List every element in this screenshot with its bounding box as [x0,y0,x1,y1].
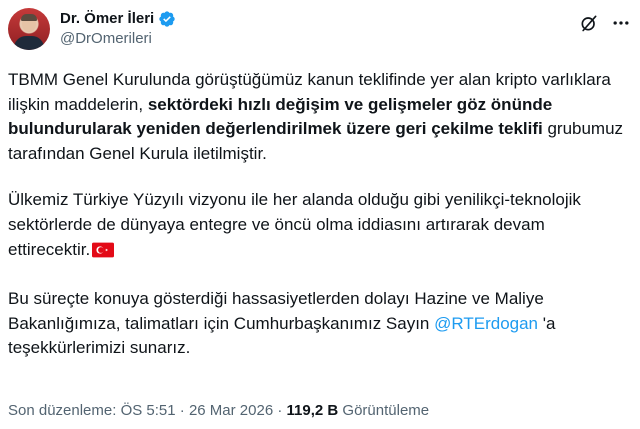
meta-separator: · [277,402,283,419]
tweet-paragraph-2: Ülkemiz Türkiye Yüzyılı vizyonu ile her … [8,188,624,265]
more-icon[interactable] [610,12,632,34]
avatar[interactable] [8,8,50,50]
tweet-card: Dr. Ömer İleri @DrOmerileri TBMM Genel K… [0,0,640,429]
grok-icon[interactable] [578,12,600,34]
turkey-flag-icon [92,241,115,266]
author-handle[interactable]: @DrOmerileri [60,29,176,49]
tweet-meta: Son düzenleme: ÖS 5:51 · 26 Mar 2026 · 1… [8,402,429,419]
edited-timestamp[interactable]: Son düzenleme: ÖS 5:51 [8,402,176,419]
tweet-text: TBMM Genel Kurulunda görüştüğümüz kanun … [8,68,624,383]
meta-separator: · [179,402,185,419]
tweet-date[interactable]: 26 Mar 2026 [189,402,273,419]
tweet-paragraph-1: TBMM Genel Kurulunda görüştüğümüz kanun … [8,70,624,163]
mention-link[interactable]: @RTErdogan [434,314,538,333]
verified-badge-icon [158,10,176,28]
views-count: 119,2 B [286,402,339,419]
tweet-paragraph-3: Bu süreçte konuya gösterdiği hassasiyetl… [8,289,556,358]
views-label: Görüntüleme [342,402,430,419]
header-actions [578,8,632,34]
author-info: Dr. Ömer İleri @DrOmerileri [60,8,176,49]
tweet-header: Dr. Ömer İleri @DrOmerileri [8,8,632,56]
author-display-name[interactable]: Dr. Ömer İleri [60,10,154,28]
